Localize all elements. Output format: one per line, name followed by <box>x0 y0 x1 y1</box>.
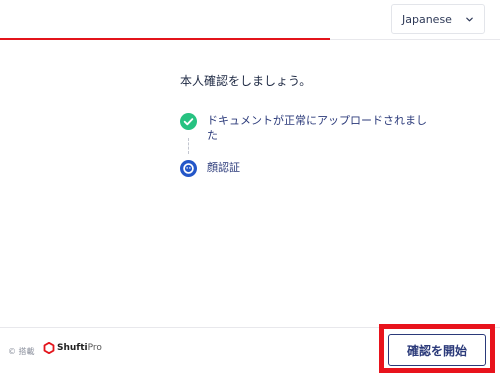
start-verification-button[interactable]: 確認を開始 <box>388 334 486 366</box>
brand-name: ShuftiPro <box>57 343 102 353</box>
brand-name-pro: Pro <box>87 343 102 353</box>
check-circle-icon <box>180 113 197 130</box>
language-value: Japanese <box>402 12 452 26</box>
face-scan-icon <box>180 160 197 177</box>
step-label: ドキュメントが正常にアップロードされました <box>207 114 427 142</box>
powered-by-text: © 搭載 <box>8 347 35 356</box>
page-title: 本人確認をしましょう。 <box>180 74 312 88</box>
progress-bar <box>0 38 330 40</box>
step-connector <box>188 138 189 154</box>
language-select[interactable]: Japanese <box>391 4 485 34</box>
brand-logo: ShuftiPro <box>43 342 102 354</box>
chevron-down-icon <box>466 17 473 21</box>
verification-page: Japanese 本人確認をしましょう。 ドキュメントが正常にアップロードされま… <box>0 0 500 375</box>
step-document-upload: ドキュメントが正常にアップロードされました <box>180 113 432 143</box>
shufti-logo-icon <box>43 342 55 354</box>
brand-name-shufti: Shufti <box>57 343 88 353</box>
step-face-verification: 顔認証 <box>180 160 432 177</box>
step-label: 顔認証 <box>207 161 240 174</box>
